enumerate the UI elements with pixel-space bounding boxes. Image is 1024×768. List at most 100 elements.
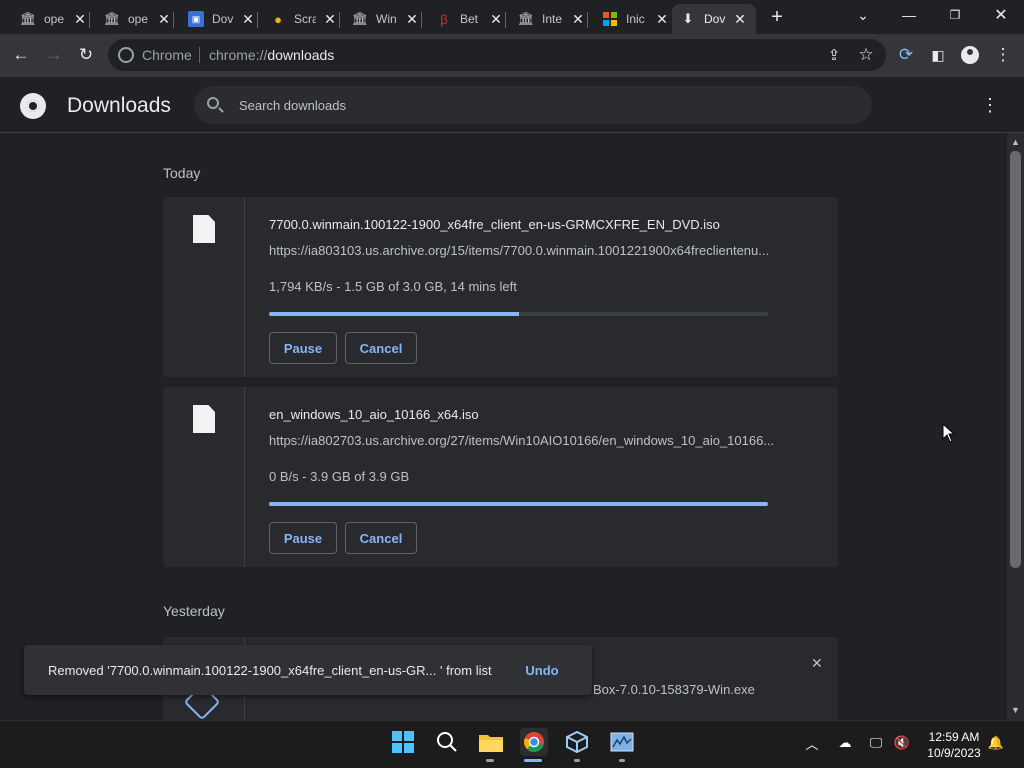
- pause-button[interactable]: Pause: [269, 332, 337, 364]
- toast-message: Removed '7700.0.winmain.100122-1900_x64f…: [48, 663, 492, 678]
- tab-close-icon[interactable]: ✕: [156, 11, 172, 27]
- tab-separator: [339, 12, 340, 28]
- file-icon: [193, 405, 215, 433]
- tab-2[interactable]: 🏛 ope ✕: [96, 4, 174, 34]
- reload-icon[interactable]: ↻: [73, 42, 99, 68]
- omnibox-chip: Chrome: [142, 47, 192, 63]
- download-item-1: 7700.0.winmain.100122-1900_x64fre_client…: [163, 197, 838, 377]
- tab-close-icon[interactable]: ✕: [570, 11, 586, 27]
- tab-search-chevron-icon[interactable]: ⌄: [850, 4, 876, 26]
- archive-icon: 🏛: [103, 11, 121, 26]
- download-url[interactable]: https://ia803103.us.archive.org/15/items…: [269, 243, 769, 258]
- tab-title: Scra: [294, 12, 316, 26]
- tab-close-icon[interactable]: ✕: [72, 11, 88, 27]
- bookmark-star-icon[interactable]: ☆: [853, 42, 879, 68]
- tab-title: Dov: [212, 12, 234, 26]
- tab-4[interactable]: ● Scra ✕: [262, 4, 340, 34]
- forward-arrow-icon[interactable]: →: [41, 42, 67, 68]
- scrollbar-thumb[interactable]: [1010, 151, 1021, 568]
- blue-window-icon: ▣: [188, 11, 204, 27]
- start-button-icon[interactable]: [389, 728, 417, 756]
- search-icon[interactable]: [207, 97, 219, 109]
- close-window-button[interactable]: ✕: [988, 4, 1014, 26]
- back-arrow-icon[interactable]: ←: [8, 42, 34, 68]
- tab-title: ope: [44, 12, 65, 26]
- chrome-menu-icon[interactable]: ⋮: [990, 42, 1016, 68]
- download-url[interactable]: https://ia802703.us.archive.org/27/items…: [269, 433, 774, 448]
- url-path: downloads: [267, 47, 335, 63]
- tab-5[interactable]: 🏛 Win ✕: [344, 4, 422, 34]
- clock-date[interactable]: 10/9/2023: [924, 746, 984, 760]
- download-progress-bar: [269, 312, 768, 316]
- page-title: Downloads: [67, 94, 171, 117]
- notification-bell-icon[interactable]: 🔔: [987, 734, 1005, 752]
- tab-title: Bet: [460, 12, 479, 26]
- clock-time[interactable]: 12:59 AM: [924, 730, 984, 744]
- cancel-button[interactable]: Cancel: [345, 332, 417, 364]
- omnibox-url[interactable]: chrome://downloads: [209, 47, 334, 63]
- tab-7[interactable]: 🏛 Inte ✕: [510, 4, 588, 34]
- section-today: Today: [163, 165, 201, 181]
- tab-title: Inic: [626, 12, 645, 26]
- tab-close-icon[interactable]: ✕: [654, 11, 670, 27]
- section-yesterday: Yesterday: [163, 603, 225, 619]
- restore-button[interactable]: ❐: [942, 4, 968, 26]
- onedrive-icon[interactable]: ☁: [836, 734, 854, 752]
- tab-close-icon[interactable]: ✕: [732, 11, 748, 27]
- progress-fill: [269, 312, 519, 316]
- side-panel-icon[interactable]: ◧: [925, 42, 951, 68]
- tab-title: Win: [376, 12, 397, 26]
- tab-close-icon[interactable]: ✕: [322, 11, 338, 27]
- tab-separator: [505, 12, 506, 28]
- cancel-button[interactable]: Cancel: [345, 522, 417, 554]
- monitor-app-icon[interactable]: [608, 728, 636, 756]
- windows-logo-icon: [602, 11, 618, 27]
- chrome-taskbar-icon[interactable]: [520, 728, 548, 756]
- download-item-2: en_windows_10_aio_10166_x64.iso https://…: [163, 387, 838, 567]
- minimize-button[interactable]: —: [896, 4, 922, 26]
- file-explorer-icon[interactable]: [477, 728, 505, 756]
- more-actions-icon[interactable]: ⋮: [980, 95, 1000, 115]
- tab-3[interactable]: ▣ Dov ✕: [180, 4, 258, 34]
- profile-avatar-icon[interactable]: [957, 42, 983, 68]
- undo-button[interactable]: Undo: [516, 655, 568, 685]
- search-downloads-input[interactable]: [239, 96, 839, 114]
- scroll-down-arrow-icon[interactable]: ▼: [1011, 705, 1020, 715]
- archive-icon: 🏛: [351, 11, 369, 26]
- file-icon: [193, 215, 215, 243]
- download-filename[interactable]: en_windows_10_aio_10166_x64.iso: [269, 407, 479, 422]
- progress-fill: [269, 502, 768, 506]
- tab-close-icon[interactable]: ✕: [240, 11, 256, 27]
- search-taskbar-icon[interactable]: [433, 728, 461, 756]
- download-filename[interactable]: 7700.0.winmain.100122-1900_x64fre_client…: [269, 217, 720, 232]
- scroll-up-arrow-icon[interactable]: ▲: [1011, 137, 1020, 147]
- remove-item-icon[interactable]: ✕: [811, 655, 823, 672]
- card-divider: [244, 197, 245, 377]
- virtualbox-taskbar-icon[interactable]: [563, 728, 591, 756]
- tab-close-icon[interactable]: ✕: [404, 11, 420, 27]
- tab-downloads-active[interactable]: ⬇ Dov ✕: [672, 4, 756, 34]
- new-tab-button[interactable]: +: [766, 6, 788, 28]
- network-icon[interactable]: 🖵: [867, 734, 885, 752]
- downloads-progress-icon[interactable]: ⟳: [893, 42, 919, 68]
- pause-button[interactable]: Pause: [269, 522, 337, 554]
- tab-separator: [173, 12, 174, 28]
- tab-separator: [421, 12, 422, 28]
- download-status: 1,794 KB/s - 1.5 GB of 3.0 GB, 14 mins l…: [269, 279, 517, 294]
- tab-8[interactable]: Inic ✕: [594, 4, 670, 34]
- monitor-indicator: [619, 759, 625, 762]
- download-status: 0 B/s - 3.9 GB of 3.9 GB: [269, 469, 410, 484]
- archive-icon: 🏛: [19, 11, 37, 26]
- tab-close-icon[interactable]: ✕: [488, 11, 504, 27]
- volume-muted-icon[interactable]: 🔇: [893, 734, 911, 752]
- download-filename-partial[interactable]: Box-7.0.10-158379-Win.exe: [593, 682, 755, 697]
- chrome-logo-icon: [20, 93, 46, 119]
- tab-6[interactable]: β Bet ✕: [428, 4, 506, 34]
- tab-separator: [587, 12, 588, 28]
- tray-overflow-chevron-icon[interactable]: ︿: [803, 734, 821, 752]
- betaarchive-icon: β: [440, 11, 448, 27]
- tab-1[interactable]: 🏛 ope ✕: [12, 4, 90, 34]
- coin-icon: ●: [274, 11, 282, 27]
- share-icon[interactable]: ⇪: [821, 42, 847, 68]
- tab-title: ope: [128, 12, 149, 26]
